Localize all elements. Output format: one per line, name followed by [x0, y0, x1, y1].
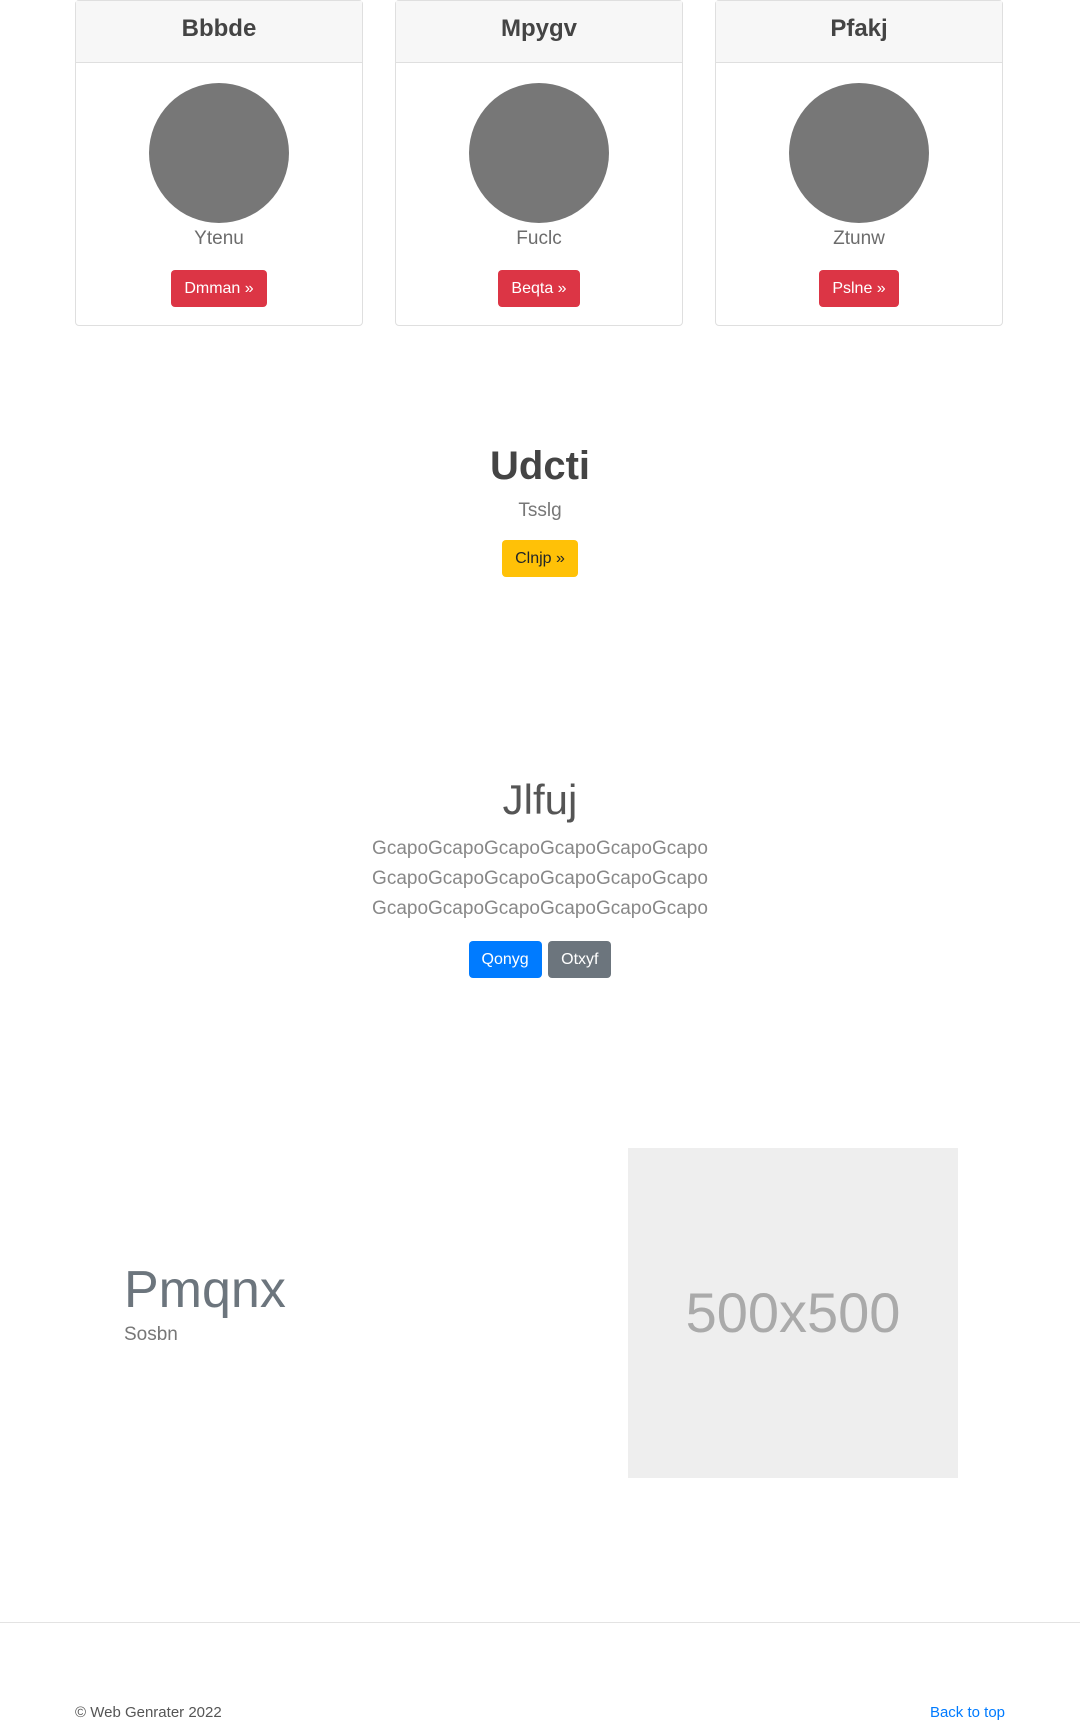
intro-section: Jlfuj GcapoGcapoGcapoGcapoGcapoGcapoGcap… [0, 774, 1080, 978]
card-1: Bbbde Ytenu Dmman » [75, 0, 363, 326]
feature-section: Pmqnx Sosbn 500x500 [0, 1148, 1080, 1478]
card-text: Ztunw [833, 228, 885, 249]
footer-divider [0, 1622, 1080, 1623]
card-text: Fuclc [516, 228, 562, 249]
card-title: Pfakj [716, 1, 1002, 63]
avatar [789, 83, 929, 223]
section-buttons: Qonyg Otxyf [0, 941, 1080, 978]
feature-title: Pmqnx [124, 1261, 286, 1319]
card-3: Pfakj Ztunw Pslne » [715, 0, 1003, 326]
section-title: Jlfuj [502, 776, 578, 823]
hero-button[interactable]: Clnjp » [502, 540, 578, 577]
footer-copyright: © Web Genrater 2022 [75, 1704, 222, 1721]
secondary-button[interactable]: Otxyf [548, 941, 612, 978]
hero-title: Udcti [490, 444, 590, 488]
section-body: GcapoGcapoGcapoGcapoGcapoGcapoGcapoGcapo… [372, 838, 708, 919]
card-2: Mpygv Fuclc Beqta » [395, 0, 683, 326]
card-text: Ytenu [194, 228, 244, 249]
hero-section: Udcti Tsslg Clnjp » [0, 440, 1080, 577]
card-2-button[interactable]: Beqta » [498, 270, 580, 307]
card-1-button[interactable]: Dmman » [171, 270, 267, 307]
avatar [469, 83, 609, 223]
hero-subtitle: Tsslg [518, 500, 562, 521]
placeholder-image: 500x500 [628, 1148, 958, 1478]
primary-button[interactable]: Qonyg [468, 941, 542, 978]
card-3-button[interactable]: Pslne » [819, 270, 899, 307]
feature-subtitle: Sosbn [124, 1324, 178, 1345]
card-row: Bbbde Ytenu Dmman » Mpygv Fuclc Beqta » … [75, 0, 1005, 328]
back-to-top-link[interactable]: Back to top [930, 1704, 1005, 1721]
card-title: Bbbde [76, 1, 362, 63]
card-title: Mpygv [396, 1, 682, 63]
avatar [149, 83, 289, 223]
